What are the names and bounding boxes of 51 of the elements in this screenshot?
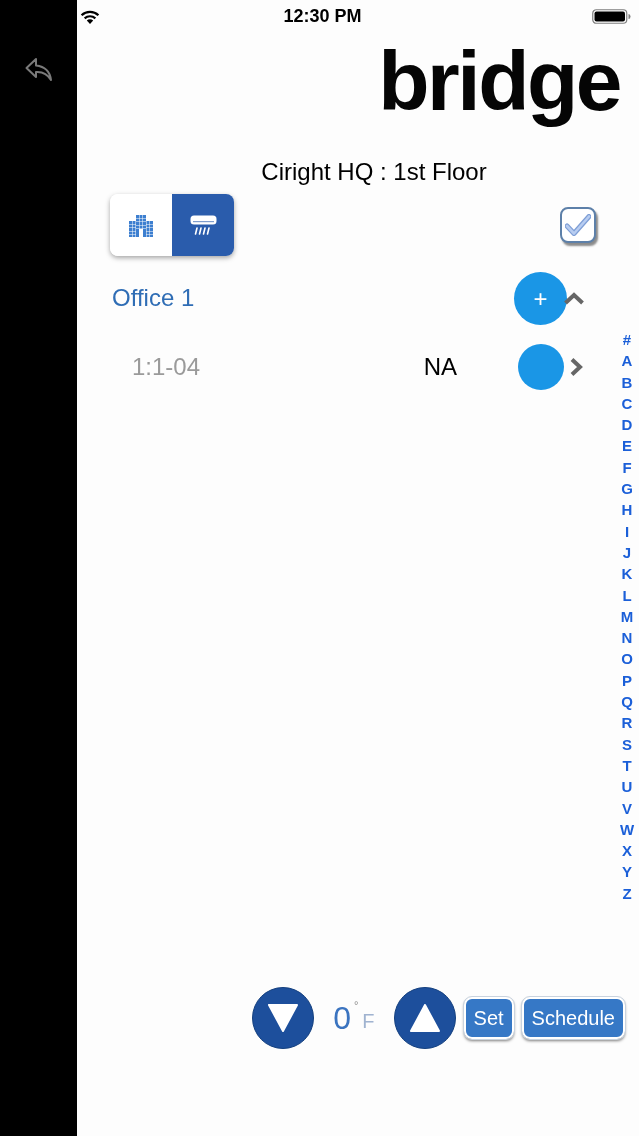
- room-reading: NA: [423, 353, 457, 381]
- floor-title: Ciright HQ : 1st Floor: [260, 157, 488, 187]
- index-letter[interactable]: G: [621, 478, 633, 500]
- circle-button[interactable]: [518, 344, 564, 390]
- index-letter[interactable]: K: [621, 563, 633, 585]
- index-letter[interactable]: O: [621, 648, 633, 670]
- index-letter[interactable]: J: [622, 541, 632, 564]
- up-triangle-icon: [408, 1003, 441, 1033]
- battery-icon: [592, 8, 631, 24]
- schedule-button[interactable]: Schedule: [521, 997, 625, 1039]
- index-letter[interactable]: T: [622, 754, 632, 777]
- index-letter[interactable]: I: [624, 520, 630, 542]
- index-letter[interactable]: W: [619, 818, 635, 841]
- index-letter[interactable]: V: [622, 797, 632, 819]
- index-letter[interactable]: U: [621, 776, 633, 798]
- degree-symbol: °: [353, 999, 359, 1011]
- add-button[interactable]: +: [514, 271, 567, 325]
- status-time: 12:30 PM: [283, 5, 362, 27]
- index-letter[interactable]: F: [622, 456, 632, 479]
- index-letter[interactable]: L: [622, 584, 632, 606]
- index-letter[interactable]: E: [622, 435, 632, 457]
- index-letter[interactable]: R: [621, 712, 633, 734]
- air-conditioner-icon: [189, 214, 217, 236]
- index-letter[interactable]: B: [621, 371, 633, 393]
- index-letter[interactable]: C: [621, 392, 633, 415]
- index-letter[interactable]: P: [622, 669, 632, 692]
- checkbox[interactable]: [560, 207, 596, 243]
- index-letter[interactable]: X: [622, 840, 632, 862]
- view-tab[interactable]: [172, 194, 234, 256]
- index-letter[interactable]: M: [620, 605, 634, 628]
- temperature-unit: F: [362, 1009, 375, 1033]
- back-icon[interactable]: [23, 56, 54, 84]
- index-letter[interactable]: D: [621, 414, 633, 436]
- index-letter[interactable]: #: [622, 329, 632, 351]
- down-triangle-icon: [267, 1003, 300, 1033]
- chevron-up-icon[interactable]: [563, 291, 585, 305]
- temperature-value: 0: [333, 999, 351, 1037]
- index-letter[interactable]: Q: [621, 691, 633, 713]
- building-icon: [128, 213, 154, 237]
- chevron-right-icon[interactable]: [569, 357, 583, 377]
- index-letter[interactable]: Y: [622, 861, 632, 883]
- index-letter[interactable]: A: [621, 350, 633, 372]
- wifi-icon: [80, 8, 100, 24]
- check-icon: [565, 214, 591, 236]
- index-letter[interactable]: S: [622, 733, 632, 755]
- set-button[interactable]: Set: [463, 997, 514, 1039]
- index-letter[interactable]: N: [621, 627, 633, 649]
- view-tab[interactable]: [110, 194, 172, 256]
- index-letter[interactable]: H: [621, 499, 633, 521]
- group-name[interactable]: Office 1: [112, 284, 514, 312]
- index-letter[interactable]: Z: [622, 882, 632, 904]
